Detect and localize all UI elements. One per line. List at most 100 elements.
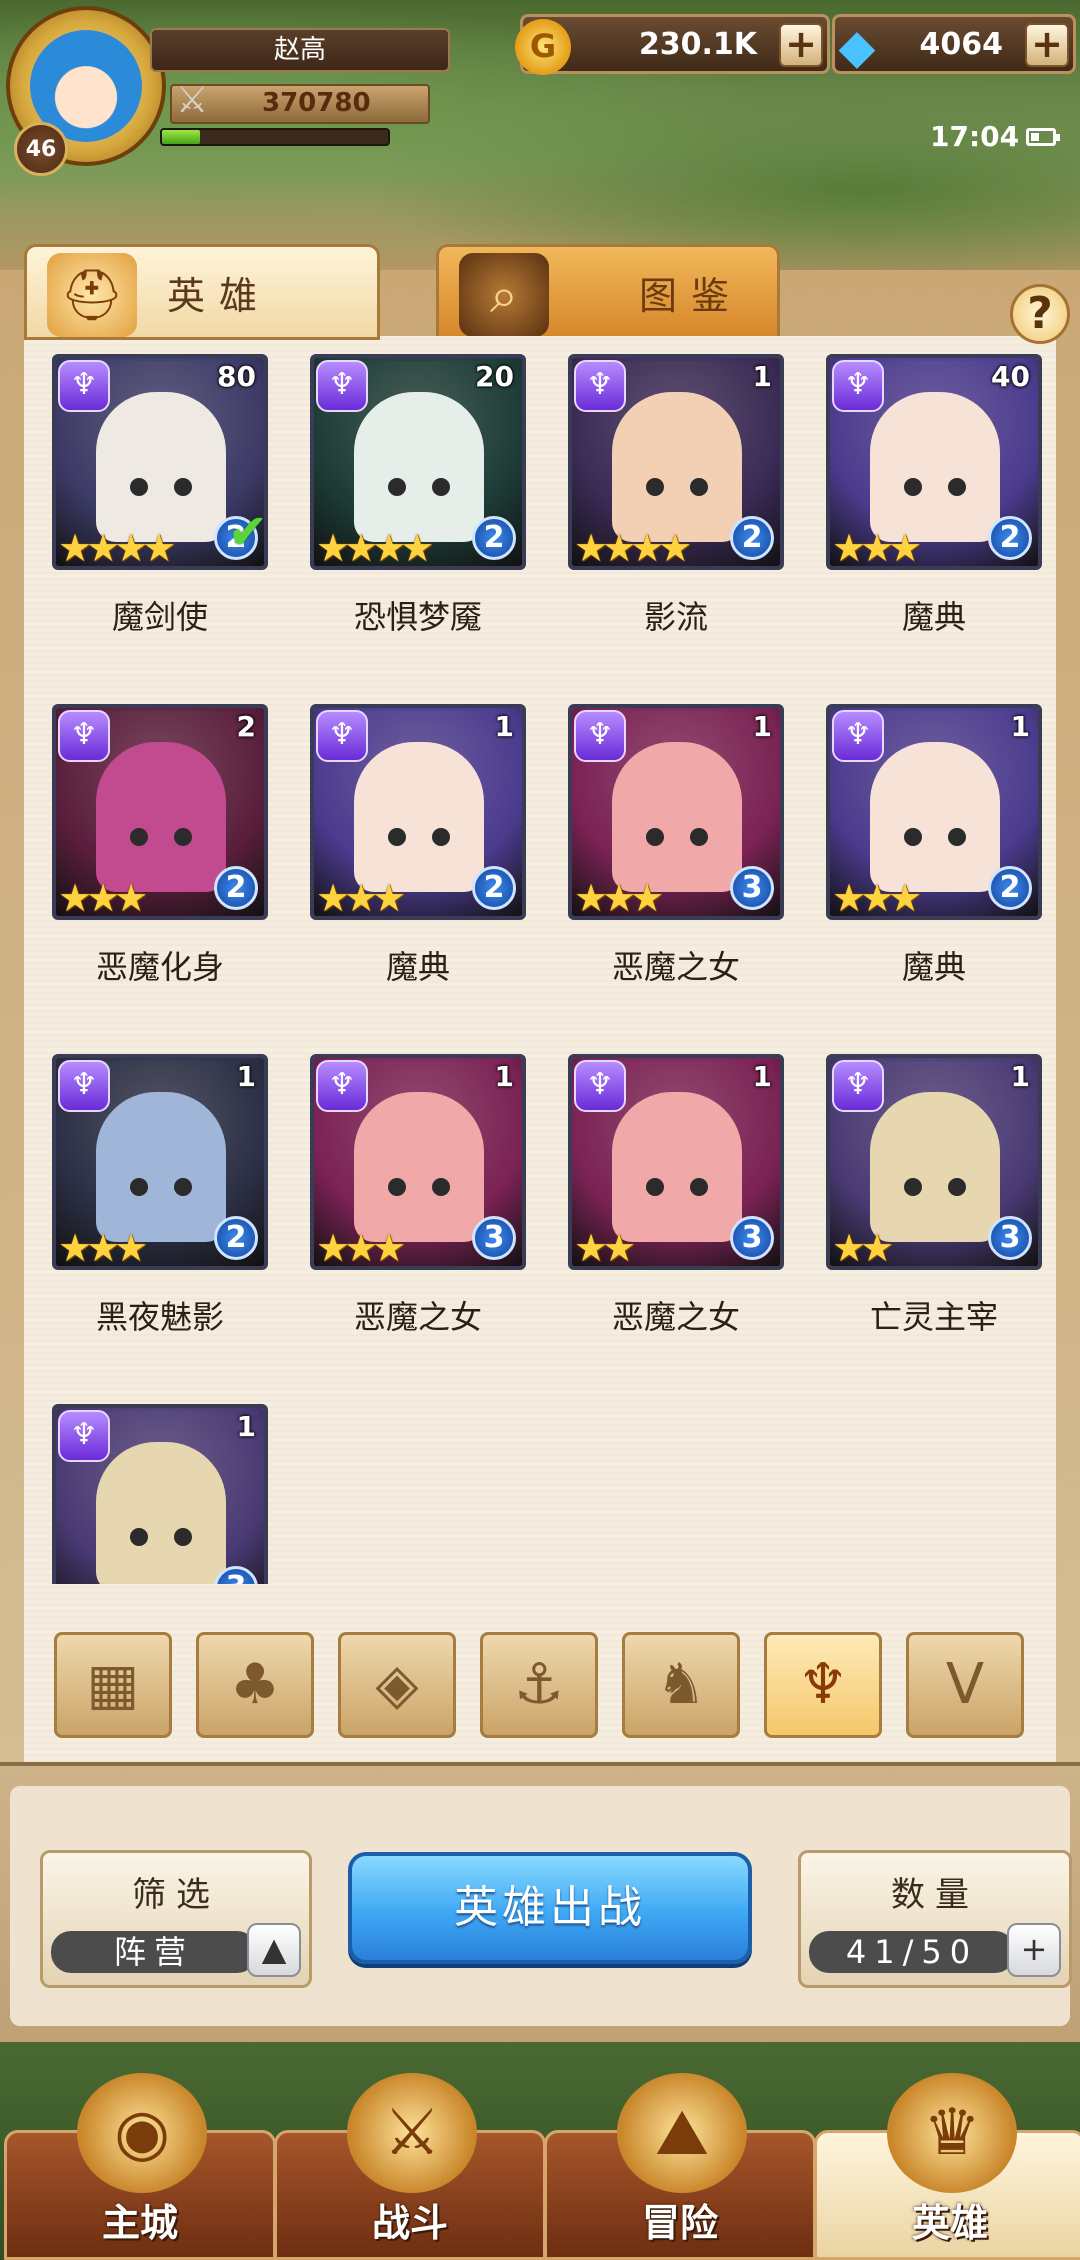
magnifier-book-icon: ⌕ xyxy=(459,253,549,337)
hero-face xyxy=(612,742,742,892)
gold-coin-icon: G xyxy=(515,19,571,75)
gem-value: 4064 xyxy=(919,27,1004,62)
hero-name: 恶魔化身 xyxy=(95,948,224,986)
expand-capacity-button[interactable]: + xyxy=(1007,1923,1061,1977)
add-gems-button[interactable]: + xyxy=(1025,23,1069,67)
hero-rank-badge: 2 xyxy=(988,866,1032,910)
help-button[interactable]: ? xyxy=(1010,284,1070,344)
star-rating: ★★★ xyxy=(832,526,922,570)
hero-card[interactable]: ♆ 1 ★★★ 3 恶魔之女 xyxy=(554,686,784,1016)
star-rating: ★★★★ xyxy=(316,526,434,570)
filter-value[interactable]: 阵营 xyxy=(51,1931,257,1973)
hero-card[interactable]: ♆ 1 ★★★ 2 魔典 xyxy=(296,686,526,1016)
hero-panel: ♆ 80 ★★★★ 2 ✔ 魔剑使 ♆ 20 ★★★★ 2 恐惧梦魇 ♆ 1 ★… xyxy=(24,336,1056,1768)
demon-faction-filter-button[interactable]: ♆ xyxy=(764,1632,882,1738)
demon-faction-icon: ♆ xyxy=(316,360,368,412)
action-bar: 筛选 阵营 ▲ 英雄出战 数量 41/50 + xyxy=(0,1762,1080,2042)
nav-item-2[interactable]: ⚔ 战斗 xyxy=(274,2073,546,2260)
hero-name: 魔剑使 xyxy=(111,598,208,636)
hero-face xyxy=(354,1092,484,1242)
hero-card[interactable]: ♆ 20 ★★★★ 2 恐惧梦魇 xyxy=(296,336,526,666)
hero-card[interactable]: ♆ 1 ★★ 3 恶魔之女 xyxy=(554,1036,784,1366)
order-faction-filter-button[interactable]: ◈ xyxy=(338,1632,456,1738)
hero-portrait-frame: ♆ 1 ★★★ 2 xyxy=(310,704,526,920)
hero-portrait-frame: ♆ 40 ★★★ 2 xyxy=(826,354,1042,570)
nav-item-4[interactable]: ♛ 英雄 xyxy=(814,2073,1080,2260)
hero-rank-badge: 2 xyxy=(730,516,774,560)
forest-faction-filter-button[interactable]: ♣ xyxy=(196,1632,314,1738)
hero-portrait-frame: ♆ 1 ★★ 3 xyxy=(826,1054,1042,1270)
hero-card[interactable]: ♆ 1 ★★★★ 2 影流 xyxy=(554,336,784,666)
hero-grid[interactable]: ♆ 80 ★★★★ 2 ✔ 魔剑使 ♆ 20 ★★★★ 2 恐惧梦魇 ♆ 1 ★… xyxy=(24,336,1056,1584)
hero-count-box: 数量 41/50 + xyxy=(798,1850,1072,1988)
demon-faction-icon: ♆ xyxy=(574,1060,626,1112)
hero-card[interactable]: ♆ 2 ★★★ 2 恶魔化身 xyxy=(38,686,268,1016)
hero-level: 1 xyxy=(752,710,772,743)
demon-faction-icon: ♆ xyxy=(58,1410,110,1462)
demon-faction-icon: ♆ xyxy=(832,1060,884,1112)
star-rating: ★★★★ xyxy=(58,526,176,570)
faction-filter-row: ▦ ♣ ◈ ⚓ ♞ ♆ V xyxy=(54,1632,1054,1742)
hero-eyes xyxy=(900,828,970,848)
battery-icon xyxy=(1026,128,1060,146)
hero-portrait-frame: ♆ 1 ★★ 3 xyxy=(568,1054,784,1270)
all-factions-filter-button[interactable]: ▦ xyxy=(54,1632,172,1738)
player-name: 赵高 xyxy=(150,28,450,72)
hero-name: 恶魔之女 xyxy=(353,1298,482,1336)
hero-eyes xyxy=(126,1178,196,1198)
nav-label: 冒险 xyxy=(641,2201,718,2245)
hero-level: 1 xyxy=(494,710,514,743)
filter-toggle-button[interactable]: ▲ xyxy=(247,1923,301,1977)
hero-card[interactable]: ♆ 1 ★★★ 2 黑夜魅影 xyxy=(38,1036,268,1366)
add-gold-button[interactable]: + xyxy=(779,23,823,67)
hero-level: 40 xyxy=(991,360,1030,393)
hero-name: 亡灵主宰 xyxy=(869,1298,998,1336)
hero-eyes xyxy=(642,478,712,498)
hero-card[interactable]: ♆ 1 ★★★ 3 恶魔之女 xyxy=(296,1036,526,1366)
hero-card[interactable]: ♆ 1 ★★ 3 亡灵主宰 xyxy=(812,1036,1042,1366)
nav-item-3[interactable]: ⛰ 冒险 xyxy=(544,2073,816,2260)
crossed-swords-icon: ⚔ xyxy=(176,80,209,121)
castle-icon: ◉ xyxy=(77,2073,207,2193)
void-faction-filter-button[interactable]: V xyxy=(906,1632,1024,1738)
naval-faction-filter-button[interactable]: ⚓ xyxy=(480,1632,598,1738)
tab-codex[interactable]: ⌕ 图鉴 xyxy=(436,244,780,340)
hero-rank-badge: 2 xyxy=(472,516,516,560)
hero-face xyxy=(612,1092,742,1242)
beast-faction-filter-button[interactable]: ♞ xyxy=(622,1632,740,1738)
action-bar-inner: 筛选 阵营 ▲ 英雄出战 数量 41/50 + xyxy=(10,1786,1072,2026)
deploy-heroes-button[interactable]: 英雄出战 xyxy=(348,1852,752,1964)
demon-faction-icon: ♆ xyxy=(574,360,626,412)
filter-box: 筛选 阵营 ▲ xyxy=(40,1850,312,1988)
hero-eyes xyxy=(126,1528,196,1548)
hero-rank-badge: 3 xyxy=(988,1216,1032,1260)
hero-eyes xyxy=(384,828,454,848)
star-rating: ★★★ xyxy=(58,876,148,920)
hero-level: 1 xyxy=(752,360,772,393)
selected-check-icon: ✔ xyxy=(227,504,268,560)
hero-rank-badge: 3 xyxy=(730,866,774,910)
star-rating: ★★★ xyxy=(316,1226,406,1270)
star-rating: ★★ xyxy=(58,1576,120,1584)
nav-item-1[interactable]: ◉ 主城 xyxy=(4,2073,276,2260)
hero-eyes xyxy=(384,1178,454,1198)
hero-name: 魔典 xyxy=(901,598,966,636)
hero-rank-badge: 2 xyxy=(214,866,258,910)
hero-card[interactable]: ♆ 1 ★★ 3 亡灵主宰 xyxy=(38,1386,268,1584)
hero-rank-badge: 2 xyxy=(472,866,516,910)
hero-level: 1 xyxy=(752,1060,772,1093)
hero-face xyxy=(96,392,226,542)
hero-face xyxy=(612,392,742,542)
hero-level: 1 xyxy=(236,1410,256,1443)
hero-portrait-frame: ♆ 1 ★★★★ 2 xyxy=(568,354,784,570)
demon-faction-icon: ♆ xyxy=(58,710,110,762)
tab-codex-label: 图鉴 xyxy=(639,274,744,318)
hero-card[interactable]: ♆ 1 ★★★ 2 魔典 xyxy=(812,686,1042,1016)
hero-face xyxy=(870,392,1000,542)
hero-rank-badge: 2 xyxy=(988,516,1032,560)
hero-card[interactable]: ♆ 80 ★★★★ 2 ✔ 魔剑使 xyxy=(38,336,268,666)
demon-faction-icon: ♆ xyxy=(316,1060,368,1112)
hero-face xyxy=(870,1092,1000,1242)
hero-card[interactable]: ♆ 40 ★★★ 2 魔典 xyxy=(812,336,1042,666)
tab-heroes[interactable]: ⛑ 英雄 xyxy=(24,244,380,340)
